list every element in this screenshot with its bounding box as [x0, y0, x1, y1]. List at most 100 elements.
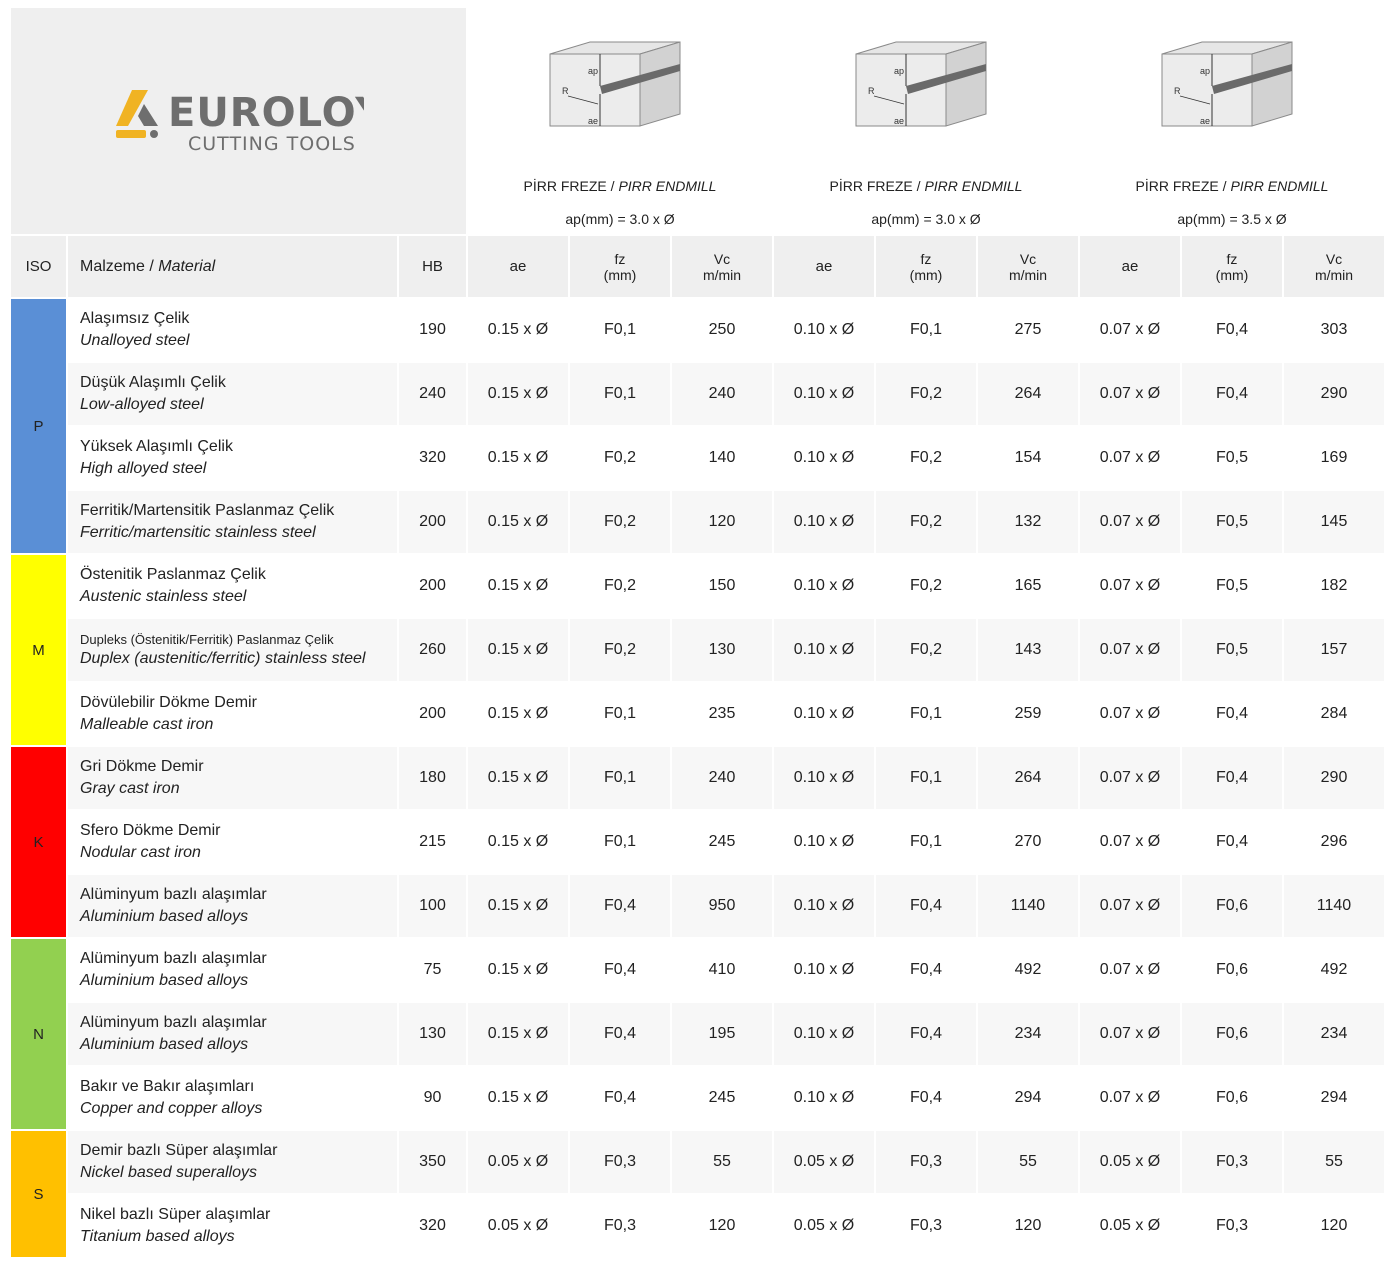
ae-value: 0.05 x Ø — [774, 1195, 874, 1257]
vc-value: 245 — [672, 811, 772, 873]
ae-value: 0.10 x Ø — [774, 683, 874, 745]
figure-label-r: R — [868, 86, 875, 96]
material-cell: Bakır ve Bakır alaşımları Copper and copp… — [68, 1067, 397, 1129]
material-name-en: Copper and copper alloys — [80, 1100, 263, 1117]
vc-value: 182 — [1284, 555, 1384, 617]
material-name-tr: Dövülebilir Dökme Demir — [80, 694, 257, 711]
ae-value: 0.07 x Ø — [1080, 875, 1180, 937]
hb-value: 320 — [399, 427, 466, 489]
fz-value: F0,6 — [1182, 939, 1282, 1001]
fz-value: F0,2 — [570, 619, 670, 681]
vc-value: 143 — [978, 619, 1078, 681]
tool-name: PİRR FREZE / PIRR ENDMILL — [1080, 171, 1384, 202]
ae-value: 0.07 x Ø — [1080, 811, 1180, 873]
fz-value: F0,5 — [1182, 427, 1282, 489]
ae-value: 0.07 x Ø — [1080, 683, 1180, 745]
material-name-tr: Sfero Dökme Demir — [80, 822, 221, 839]
fz-header-line1: fz — [1226, 250, 1238, 267]
fz-value: F0,4 — [876, 1067, 976, 1129]
material-name-en: Malleable cast iron — [80, 716, 214, 733]
vc-value: 55 — [672, 1131, 772, 1193]
ae-value: 0.10 x Ø — [774, 491, 874, 553]
vc-header: Vc m/min — [1284, 236, 1384, 297]
fz-value: F0,2 — [570, 427, 670, 489]
material-cell: Sfero Dökme Demir Nodular cast iron — [68, 811, 397, 873]
tool-depth: ap(mm) = 3.0 x Ø — [468, 203, 772, 234]
logo-cell: EUROLOY CUTTING TOOLS — [11, 8, 466, 234]
ae-header: ae — [1080, 236, 1180, 297]
ae-value: 0.10 x Ø — [774, 811, 874, 873]
material-name-tr: Östenitik Paslanmaz Çelik — [80, 566, 266, 583]
vc-value: 55 — [1284, 1131, 1384, 1193]
ae-value: 0.07 x Ø — [1080, 299, 1180, 361]
vc-value: 259 — [978, 683, 1078, 745]
material-header: Malzeme / Material — [68, 236, 397, 297]
ae-value: 0.15 x Ø — [468, 683, 568, 745]
ae-value: 0.15 x Ø — [468, 875, 568, 937]
ae-value: 0.15 x Ø — [468, 555, 568, 617]
vc-value: 284 — [1284, 683, 1384, 745]
vc-value: 154 — [978, 427, 1078, 489]
material-cell: Dupleks (Östenitik/Ferritik) Paslanmaz Ç… — [68, 619, 397, 681]
hb-value: 90 — [399, 1067, 466, 1129]
material-name-en: Gray cast iron — [80, 780, 180, 797]
vc-header-line2: m/min — [1314, 266, 1354, 283]
ae-value: 0.10 x Ø — [774, 939, 874, 1001]
material-name-tr: Bakır ve Bakır alaşımları — [80, 1078, 255, 1095]
logo-main-text: EUROLOY — [168, 90, 364, 136]
ae-value: 0.15 x Ø — [468, 747, 568, 809]
vc-value: 240 — [672, 747, 772, 809]
material-cell: Östenitik Paslanmaz Çelik Austenic stainl… — [68, 555, 397, 617]
ae-value: 0.07 x Ø — [1080, 939, 1180, 1001]
hb-value: 200 — [399, 491, 466, 553]
figure-label-ae: ae — [588, 116, 598, 126]
fz-value: F0,3 — [1182, 1131, 1282, 1193]
fz-value: F0,4 — [1182, 811, 1282, 873]
tool-figure-cell: ap Rae — [1080, 8, 1384, 170]
vc-value: 235 — [672, 683, 772, 745]
material-name-en: Aluminium based alloys — [80, 972, 249, 989]
material-name-en: Nickel based superalloys — [80, 1164, 257, 1181]
figure-label-r: R — [562, 86, 569, 96]
fz-value: F0,4 — [876, 875, 976, 937]
material-name-tr: Dupleks (Östenitik/Ferritik) Paslanmaz Ç… — [80, 631, 334, 647]
fz-header-line1: fz — [614, 250, 626, 267]
iso-group-m: M — [11, 555, 66, 745]
fz-value: F0,3 — [570, 1131, 670, 1193]
figure-label-ae: ae — [1200, 116, 1210, 126]
material-name-tr: Alaşımsız Çelik — [80, 310, 190, 327]
material-name-tr: Nikel bazlı Süper alaşımlar — [80, 1206, 271, 1223]
vc-value: 150 — [672, 555, 772, 617]
fz-value: F0,2 — [876, 491, 976, 553]
material-cell: Ferritik/Martensitik Paslanmaz Çelik Ferr… — [68, 491, 397, 553]
vc-header-line1: Vc — [713, 250, 731, 267]
iso-header: ISO — [11, 236, 66, 297]
table-row: S Demir bazlı Süper alaşımlar Nickel based… — [11, 1131, 1384, 1257]
material-cell: Alaşımsız Çelik Unalloyed steel — [68, 299, 397, 361]
ae-value: 0.07 x Ø — [1080, 491, 1180, 553]
vc-value: 1140 — [1284, 875, 1384, 937]
vc-value: 120 — [672, 491, 772, 553]
tool-figure-cell: ap Rae — [774, 8, 1078, 170]
table-row: P Alaşımsız Çelik Unalloyed steel 190 0.15 x… — [11, 299, 1384, 553]
table-row: M Östenitik Paslanmaz Çelik Austenic stain… — [11, 555, 1384, 745]
material-name-en: Ferritic/martensitic stainless steel — [80, 524, 316, 541]
vc-value: 55 — [978, 1131, 1078, 1193]
logo-sub-text: CUTTING TOOLS — [188, 133, 356, 155]
vc-value: 290 — [1284, 747, 1384, 809]
vc-value: 145 — [1284, 491, 1384, 553]
hb-value: 260 — [399, 619, 466, 681]
vc-value: 294 — [1284, 1067, 1384, 1129]
hb-value: 350 — [399, 1131, 466, 1193]
vc-value: 950 — [672, 875, 772, 937]
ae-value: 0.05 x Ø — [774, 1131, 874, 1193]
vc-value: 120 — [978, 1195, 1078, 1257]
fz-value: F0,5 — [1182, 555, 1282, 617]
vc-value: 303 — [1284, 299, 1384, 361]
table-row: Ferritik/Martensitik Paslanmaz Çelik Ferr… — [11, 491, 1384, 553]
material-name-en: Duplex (austenitic/ferritic) stainless s… — [80, 649, 366, 667]
ae-value: 0.15 x Ø — [468, 1067, 568, 1129]
fz-value: F0,3 — [876, 1195, 976, 1257]
hb-value: 190 — [399, 299, 466, 361]
table-row: Alüminyum bazlı alaşımlar Aluminium based… — [11, 1003, 1384, 1065]
